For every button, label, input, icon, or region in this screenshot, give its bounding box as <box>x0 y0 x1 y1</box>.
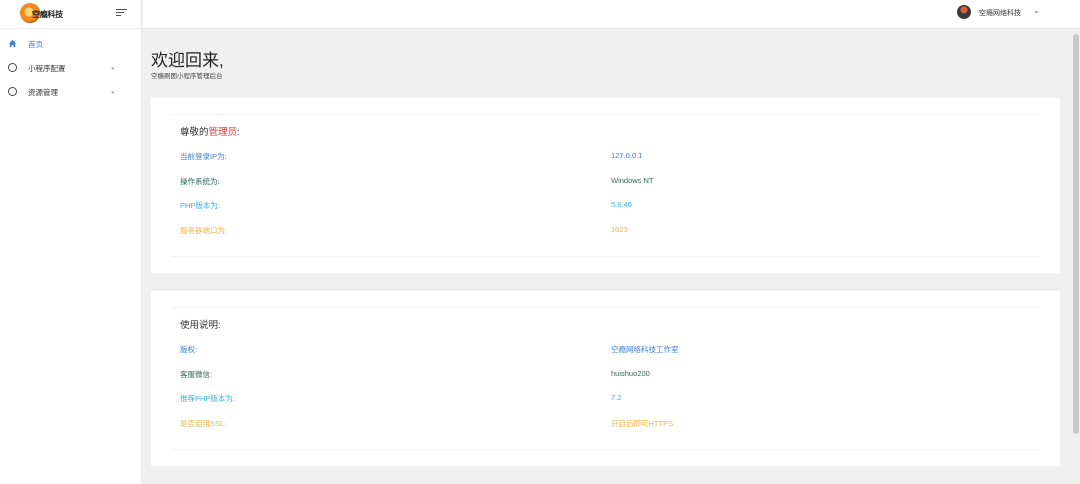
scrollbar[interactable] <box>1072 30 1080 484</box>
logo-text: 空瘾科技 <box>32 10 63 19</box>
menu-collapse-icon[interactable] <box>116 8 128 18</box>
chevron-down-icon: ⌄ <box>110 88 116 95</box>
ssl-label: 是否启用SSL: <box>180 419 227 428</box>
ssl-value: 开启后即可HTTPS <box>611 419 674 428</box>
page-title: 欢迎回来, <box>151 51 224 70</box>
os-label: 操作系统为: <box>180 177 220 186</box>
recommended-php-value: 7.2 <box>611 393 622 402</box>
login-ip-label: 当前登录IP为: <box>180 152 227 161</box>
recommended-php-label: 推荐PHP版本为: <box>180 394 236 403</box>
usage-info-card: 使用说明: 版权: 空瘾网络科技工作室 客服微信: huishuo200 推荐P… <box>151 291 1060 466</box>
circle-icon <box>8 63 17 72</box>
sidebar-item-miniapp-config[interactable]: 小程序配置 ⌄ <box>0 58 141 78</box>
card-divider-box <box>171 114 1040 257</box>
copyright-value: 空瘾网络科技工作室 <box>611 345 679 354</box>
chevron-down-icon: ⌄ <box>110 64 116 71</box>
logo-bar: 空瘾科技 <box>0 0 141 29</box>
circle-icon <box>8 87 17 96</box>
card-heading: 尊敬的管理员: <box>180 124 240 138</box>
heading-prefix: 尊敬的 <box>180 127 209 138</box>
sidebar: 空瘾科技 首页 小程序配置 ⌄ 资源管理 ⌄ <box>0 0 142 484</box>
system-info-card: 尊敬的管理员: 当前登录IP为: 127.0.0.1 操作系统为: Window… <box>151 98 1060 273</box>
sidebar-item-label: 小程序配置 <box>28 64 66 73</box>
card-divider-box <box>171 307 1040 450</box>
sidebar-item-home[interactable]: 首页 <box>0 34 141 54</box>
os-value: Windows NT <box>611 176 654 185</box>
top-header: 空瘾网络科技 ⌄ <box>143 0 1080 29</box>
server-port-value: 1023 <box>611 225 628 234</box>
copyright-label: 版权: <box>180 345 198 354</box>
heading-suffix: : <box>237 127 240 138</box>
sidebar-item-label: 资源管理 <box>28 88 58 97</box>
heading-highlight: 管理员 <box>208 127 238 138</box>
logo[interactable]: 空瘾科技 <box>20 3 70 25</box>
user-name[interactable]: 空瘾网络科技 <box>979 8 1021 18</box>
sidebar-item-label: 首页 <box>28 40 43 49</box>
home-icon <box>8 39 17 48</box>
scrollbar-thumb[interactable] <box>1073 34 1079 434</box>
avatar[interactable] <box>957 5 971 19</box>
server-port-label: 服务器端口为: <box>180 226 228 235</box>
card-heading: 使用说明: <box>180 320 221 331</box>
php-version-label: PHP版本为: <box>180 201 221 210</box>
php-version-value: 5.6.40 <box>611 200 632 209</box>
service-wechat-value: huishuo200 <box>611 369 650 378</box>
service-wechat-label: 客服微信: <box>180 370 213 379</box>
chevron-down-icon[interactable]: ⌄ <box>1033 6 1040 15</box>
page-subtitle: 空瘾刷图小程序管理后台 <box>151 73 223 80</box>
sidebar-item-resource-management[interactable]: 资源管理 ⌄ <box>0 82 141 102</box>
login-ip-value: 127.0.0.1 <box>611 151 643 160</box>
